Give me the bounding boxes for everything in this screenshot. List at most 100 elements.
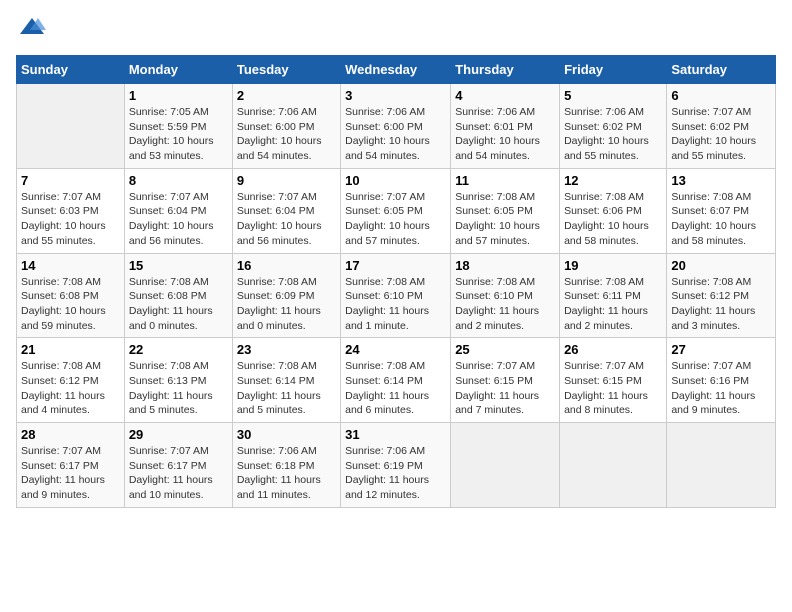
day-number: 6 [671,88,771,103]
calendar-cell: 4 Sunrise: 7:06 AMSunset: 6:01 PMDaylight… [451,84,560,169]
day-number: 23 [237,342,336,357]
header-monday: Monday [124,56,232,84]
calendar-cell: 29 Sunrise: 7:07 AMSunset: 6:17 PMDayligh… [124,423,232,508]
day-number: 16 [237,258,336,273]
day-info: Sunrise: 7:07 AMSunset: 6:03 PMDaylight:… [21,191,106,247]
calendar-cell: 14 Sunrise: 7:08 AMSunset: 6:08 PMDayligh… [17,253,125,338]
day-info: Sunrise: 7:06 AMSunset: 6:19 PMDaylight:… [345,445,429,501]
calendar-week-row: 28 Sunrise: 7:07 AMSunset: 6:17 PMDayligh… [17,423,776,508]
calendar-cell: 30 Sunrise: 7:06 AMSunset: 6:18 PMDayligh… [232,423,340,508]
day-info: Sunrise: 7:07 AMSunset: 6:02 PMDaylight:… [671,106,756,162]
calendar-cell: 16 Sunrise: 7:08 AMSunset: 6:09 PMDayligh… [232,253,340,338]
day-info: Sunrise: 7:08 AMSunset: 6:08 PMDaylight:… [129,276,213,332]
calendar-cell: 18 Sunrise: 7:08 AMSunset: 6:10 PMDayligh… [451,253,560,338]
day-info: Sunrise: 7:06 AMSunset: 6:18 PMDaylight:… [237,445,321,501]
calendar-cell: 6 Sunrise: 7:07 AMSunset: 6:02 PMDaylight… [667,84,776,169]
day-number: 4 [455,88,555,103]
day-number: 22 [129,342,228,357]
day-info: Sunrise: 7:08 AMSunset: 6:13 PMDaylight:… [129,360,213,416]
calendar-cell: 28 Sunrise: 7:07 AMSunset: 6:17 PMDayligh… [17,423,125,508]
calendar-cell: 2 Sunrise: 7:06 AMSunset: 6:00 PMDaylight… [232,84,340,169]
day-number: 3 [345,88,446,103]
day-info: Sunrise: 7:08 AMSunset: 6:10 PMDaylight:… [455,276,539,332]
day-number: 29 [129,427,228,442]
calendar-cell [667,423,776,508]
day-number: 17 [345,258,446,273]
day-info: Sunrise: 7:08 AMSunset: 6:10 PMDaylight:… [345,276,429,332]
calendar-week-row: 14 Sunrise: 7:08 AMSunset: 6:08 PMDayligh… [17,253,776,338]
calendar-cell: 12 Sunrise: 7:08 AMSunset: 6:06 PMDayligh… [560,168,667,253]
calendar-cell: 24Sunrise: 7:08 AMSunset: 6:14 PMDayligh… [341,338,451,423]
day-number: 14 [21,258,120,273]
calendar-cell: 26Sunrise: 7:07 AMSunset: 6:15 PMDayligh… [560,338,667,423]
calendar-cell: 22 Sunrise: 7:08 AMSunset: 6:13 PMDayligh… [124,338,232,423]
day-info: Sunrise: 7:08 AMSunset: 6:05 PMDaylight:… [455,191,540,247]
day-info: Sunrise: 7:07 AMSunset: 6:15 PMDaylight:… [455,360,539,416]
day-number: 15 [129,258,228,273]
header-friday: Friday [560,56,667,84]
day-info: Sunrise: 7:08 AMSunset: 6:09 PMDaylight:… [237,276,321,332]
calendar-cell: 25 Sunrise: 7:07 AMSunset: 6:15 PMDayligh… [451,338,560,423]
day-info: Sunrise: 7:07 AMSunset: 6:04 PMDaylight:… [237,191,322,247]
calendar-cell: 9 Sunrise: 7:07 AMSunset: 6:04 PMDaylight… [232,168,340,253]
day-info: Sunrise: 7:08 AMSunset: 6:06 PMDaylight:… [564,191,649,247]
day-number: 2 [237,88,336,103]
calendar-cell: 1 Sunrise: 7:05 AMSunset: 5:59 PMDaylight… [124,84,232,169]
day-number: 26 [564,342,662,357]
day-info: Sunrise: 7:06 AMSunset: 6:01 PMDaylight:… [455,106,540,162]
logo [16,16,46,43]
day-info: Sunrise: 7:08 AMSunset: 6:14 PMDaylight:… [237,360,321,416]
day-number: 10 [345,173,446,188]
calendar-cell: 31 Sunrise: 7:06 AMSunset: 6:19 PMDayligh… [341,423,451,508]
header-thursday: Thursday [451,56,560,84]
day-number: 18 [455,258,555,273]
calendar-cell: 23 Sunrise: 7:08 AMSunset: 6:14 PMDayligh… [232,338,340,423]
calendar-cell: 5Sunrise: 7:06 AMSunset: 6:02 PMDaylight… [560,84,667,169]
logo-icon [18,16,46,38]
day-number: 1 [129,88,228,103]
day-info: Sunrise: 7:08 AMSunset: 6:08 PMDaylight:… [21,276,106,332]
calendar-week-row: 7 Sunrise: 7:07 AMSunset: 6:03 PMDaylight… [17,168,776,253]
calendar-cell: 20Sunrise: 7:08 AMSunset: 6:12 PMDayligh… [667,253,776,338]
day-number: 28 [21,427,120,442]
header-sunday: Sunday [17,56,125,84]
day-number: 9 [237,173,336,188]
calendar-cell: 13Sunrise: 7:08 AMSunset: 6:07 PMDayligh… [667,168,776,253]
day-info: Sunrise: 7:05 AMSunset: 5:59 PMDaylight:… [129,106,214,162]
calendar-cell: 10 Sunrise: 7:07 AMSunset: 6:05 PMDayligh… [341,168,451,253]
day-number: 11 [455,173,555,188]
calendar-cell: 7 Sunrise: 7:07 AMSunset: 6:03 PMDaylight… [17,168,125,253]
day-info: Sunrise: 7:07 AMSunset: 6:05 PMDaylight:… [345,191,430,247]
day-info: Sunrise: 7:07 AMSunset: 6:04 PMDaylight:… [129,191,214,247]
logo-text [16,16,46,43]
calendar-cell: 27 Sunrise: 7:07 AMSunset: 6:16 PMDayligh… [667,338,776,423]
calendar-cell: 17 Sunrise: 7:08 AMSunset: 6:10 PMDayligh… [341,253,451,338]
calendar-week-row: 1 Sunrise: 7:05 AMSunset: 5:59 PMDaylight… [17,84,776,169]
calendar-header-row: SundayMondayTuesdayWednesdayThursdayFrid… [17,56,776,84]
day-info: Sunrise: 7:07 AMSunset: 6:17 PMDaylight:… [129,445,213,501]
day-number: 27 [671,342,771,357]
header-saturday: Saturday [667,56,776,84]
day-number: 21 [21,342,120,357]
page-header [16,16,776,43]
calendar-cell: 3 Sunrise: 7:06 AMSunset: 6:00 PMDaylight… [341,84,451,169]
day-info: Sunrise: 7:08 AMSunset: 6:11 PMDaylight:… [564,276,648,332]
day-number: 25 [455,342,555,357]
day-number: 30 [237,427,336,442]
calendar-cell: 11 Sunrise: 7:08 AMSunset: 6:05 PMDayligh… [451,168,560,253]
day-info: Sunrise: 7:08 AMSunset: 6:12 PMDaylight:… [21,360,105,416]
day-info: Sunrise: 7:07 AMSunset: 6:17 PMDaylight:… [21,445,105,501]
header-wednesday: Wednesday [341,56,451,84]
day-info: Sunrise: 7:06 AMSunset: 6:00 PMDaylight:… [237,106,322,162]
day-info: Sunrise: 7:07 AMSunset: 6:16 PMDaylight:… [671,360,755,416]
day-number: 12 [564,173,662,188]
day-number: 7 [21,173,120,188]
calendar-cell: 19Sunrise: 7:08 AMSunset: 6:11 PMDayligh… [560,253,667,338]
calendar-cell: 15 Sunrise: 7:08 AMSunset: 6:08 PMDayligh… [124,253,232,338]
day-number: 31 [345,427,446,442]
calendar-table: SundayMondayTuesdayWednesdayThursdayFrid… [16,55,776,508]
day-info: Sunrise: 7:06 AMSunset: 6:00 PMDaylight:… [345,106,430,162]
calendar-week-row: 21 Sunrise: 7:08 AMSunset: 6:12 PMDayligh… [17,338,776,423]
calendar-cell [451,423,560,508]
day-info: Sunrise: 7:08 AMSunset: 6:12 PMDaylight:… [671,276,755,332]
